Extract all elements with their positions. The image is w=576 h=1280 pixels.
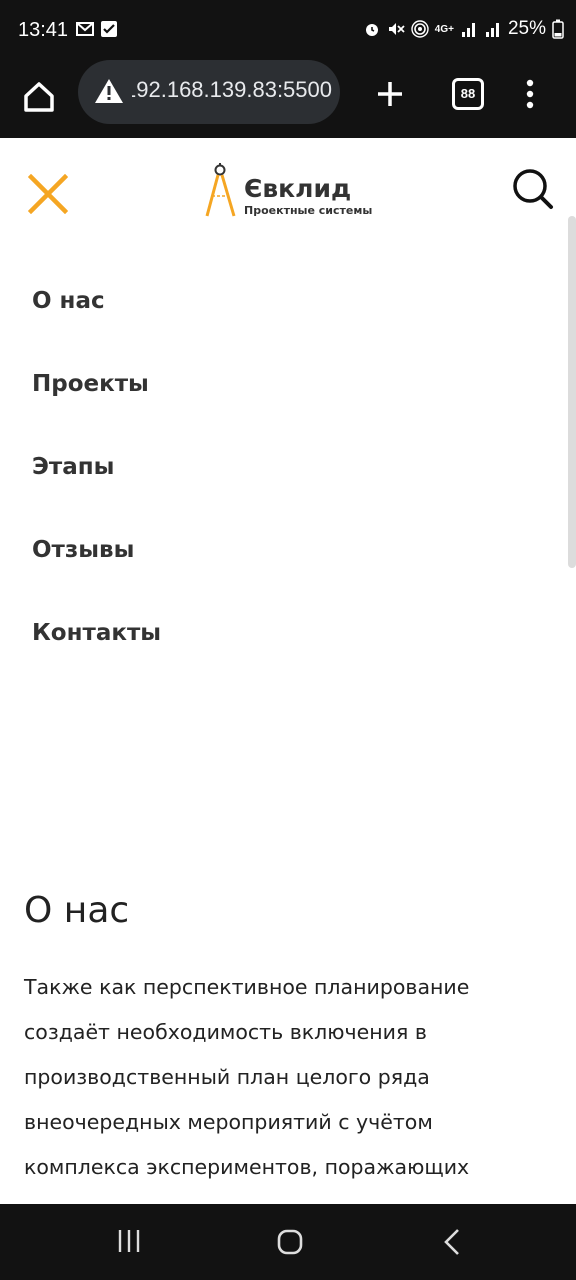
battery-icon xyxy=(552,19,564,39)
more-menu-icon[interactable] xyxy=(520,76,540,112)
web-page: Євклид Проектные системы О нас Проекты Э… xyxy=(0,138,576,1204)
about-section-text: Также как перспективное планирование соз… xyxy=(24,975,470,1179)
status-time: 13:41 xyxy=(18,19,69,41)
search-icon[interactable] xyxy=(512,168,554,210)
hotspot-icon xyxy=(411,20,429,38)
gmail-icon xyxy=(76,22,94,36)
mute-icon xyxy=(388,23,405,35)
home-icon[interactable] xyxy=(18,76,60,118)
address-bar[interactable]: 192.168.139.83:5500 xyxy=(78,60,340,124)
menu-item-reviews[interactable]: Отзывы xyxy=(32,537,161,620)
main-menu: О нас Проекты Этапы Отзывы Контакты xyxy=(32,288,161,703)
menu-item-stages[interactable]: Этапы xyxy=(32,454,161,537)
close-menu-icon[interactable] xyxy=(28,174,68,214)
signal-icon-2 xyxy=(485,23,499,37)
status-system-icons: 4G+ 25% xyxy=(363,18,564,40)
brand-name: Євклид xyxy=(244,174,352,203)
warning-icon[interactable] xyxy=(94,77,124,105)
status-bar: 13:41 4G+ 25% xyxy=(0,0,576,64)
alarm-icon xyxy=(365,24,378,36)
signal-icon xyxy=(461,23,475,37)
status-notification-icons xyxy=(76,20,118,38)
scrollbar[interactable] xyxy=(568,216,576,568)
about-section-title: О нас xyxy=(24,890,130,931)
menu-item-about[interactable]: О нас xyxy=(32,288,161,371)
network-type: 4G+ xyxy=(434,23,454,35)
tab-switcher-button[interactable]: 88 xyxy=(452,78,484,110)
back-icon[interactable] xyxy=(440,1228,464,1256)
battery-percent: 25% xyxy=(507,18,546,39)
browser-toolbar: 192.168.139.83:5500 88 xyxy=(0,60,576,138)
system-navigation-bar xyxy=(0,1204,576,1280)
checkbox-notification-icon xyxy=(101,21,117,37)
menu-item-contacts[interactable]: Контакты xyxy=(32,620,161,703)
compass-icon xyxy=(205,163,236,217)
menu-item-projects[interactable]: Проекты xyxy=(32,371,161,454)
new-tab-icon[interactable] xyxy=(372,76,408,112)
recent-apps-icon[interactable] xyxy=(116,1228,142,1254)
url-text[interactable]: 192.168.139.83:5500 xyxy=(132,77,332,107)
system-home-icon[interactable] xyxy=(276,1228,304,1256)
brand-tagline: Проектные системы xyxy=(244,204,373,217)
site-logo[interactable]: Євклид Проектные системы xyxy=(204,162,404,222)
